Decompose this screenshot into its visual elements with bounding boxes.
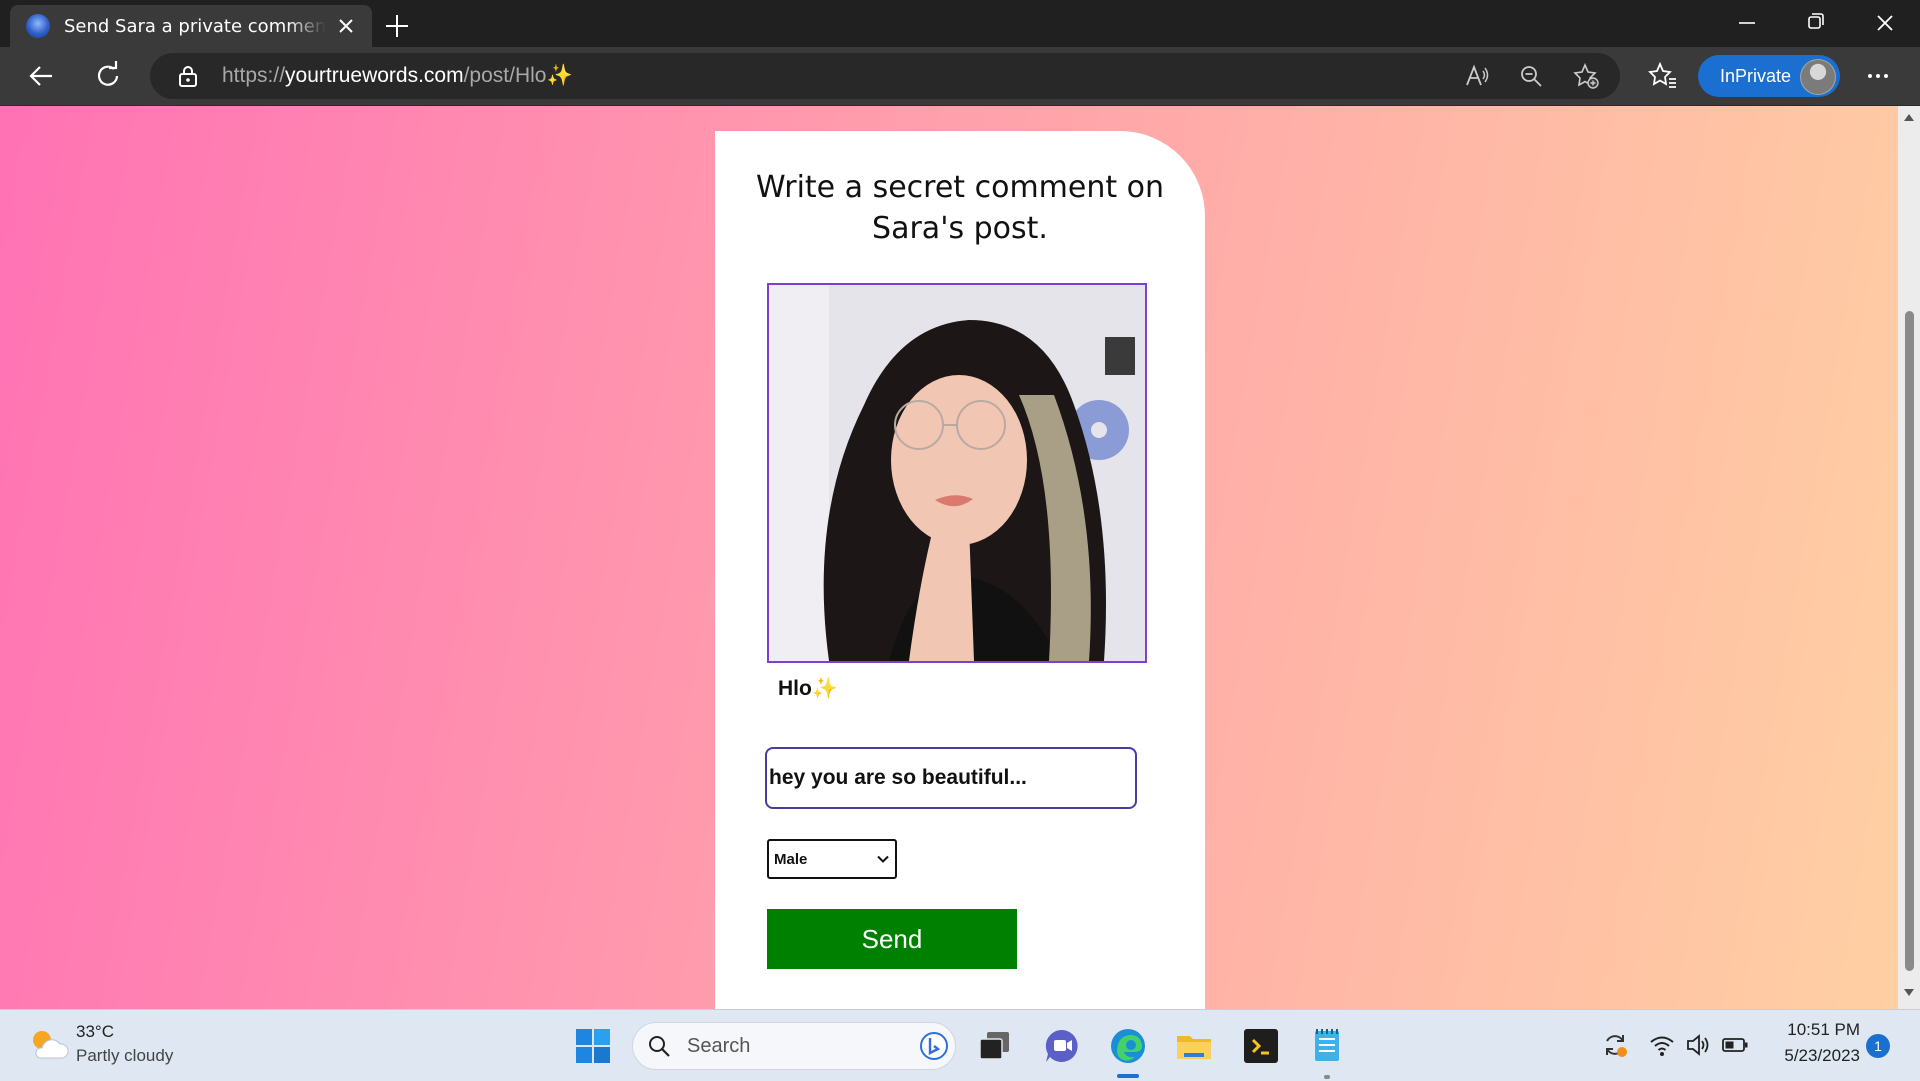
minimize-icon[interactable] — [1732, 6, 1762, 40]
post-photo — [767, 283, 1147, 663]
edge-active-indicator — [1117, 1074, 1139, 1078]
more-icon[interactable] — [1860, 58, 1896, 94]
address-bar[interactable]: https://yourtruewords.com/post/Hlo✨ — [150, 53, 1620, 99]
back-icon[interactable] — [24, 58, 60, 94]
tab-close-icon[interactable] — [336, 16, 356, 36]
new-tab-icon[interactable] — [381, 10, 413, 42]
wifi-icon[interactable] — [1648, 1031, 1676, 1059]
page-scrollbar[interactable] — [1898, 106, 1920, 1009]
battery-icon[interactable] — [1721, 1031, 1749, 1059]
terminal-app-icon[interactable] — [1241, 1026, 1281, 1066]
url-host: yourtruewords.com — [285, 64, 464, 87]
page-viewport: Write a secret comment on Sara's post. H… — [0, 106, 1898, 1009]
comment-card: Write a secret comment on Sara's post. H… — [715, 131, 1205, 1009]
send-button[interactable]: Send — [767, 909, 1017, 969]
browser-tab-active[interactable]: Send Sara a private comment on your post — [10, 5, 372, 47]
weather-temperature: 33°C — [76, 1022, 114, 1041]
search-icon — [649, 1036, 670, 1057]
notepad-icon[interactable] — [1307, 1026, 1347, 1066]
lock-icon[interactable] — [176, 64, 200, 88]
zoom-out-icon[interactable] — [1518, 63, 1544, 89]
scroll-down-icon[interactable] — [1903, 988, 1915, 998]
url-scheme: https:// — [222, 64, 286, 87]
taskbar-search[interactable]: Search — [632, 1022, 956, 1070]
url-text[interactable]: https://yourtruewords.com/post/Hlo✨ — [222, 53, 573, 99]
volume-icon[interactable] — [1684, 1031, 1712, 1059]
notification-badge[interactable]: 1 — [1866, 1034, 1890, 1058]
gender-select-value: Male — [774, 850, 808, 868]
teams-chat-icon[interactable] — [1042, 1026, 1082, 1066]
weather-description: Partly cloudy — [76, 1046, 174, 1065]
post-caption: Hlo✨ — [778, 677, 838, 700]
window-close-icon[interactable] — [1868, 6, 1902, 40]
search-label: Search — [687, 1035, 751, 1057]
refresh-icon[interactable] — [90, 58, 126, 94]
scroll-up-icon[interactable] — [1903, 112, 1915, 122]
page-title: Write a secret comment on Sara's post. — [755, 170, 1165, 246]
browser-toolbar: https://yourtruewords.com/post/Hlo✨ InPr… — [0, 47, 1920, 106]
read-aloud-icon[interactable] — [1464, 63, 1490, 89]
favorites-icon[interactable] — [1645, 58, 1681, 94]
inprivate-label: InPrivate — [1720, 65, 1792, 86]
add-favorite-icon[interactable] — [1572, 62, 1600, 90]
inprivate-button[interactable]: InPrivate — [1698, 55, 1840, 97]
profile-avatar — [1800, 59, 1836, 95]
bing-icon[interactable] — [919, 1031, 949, 1061]
url-path: /post/Hlo✨ — [463, 64, 573, 87]
sync-icon[interactable] — [1601, 1031, 1629, 1059]
clock-date[interactable]: 5/23/2023 — [1760, 1046, 1860, 1066]
chevron-down-icon — [877, 855, 889, 863]
clock-time[interactable]: 10:51 PM — [1770, 1020, 1860, 1040]
taskbar: 33°C Partly cloudy Search 10:51 PM 5/23/… — [0, 1009, 1920, 1081]
maximize-icon[interactable] — [1800, 6, 1830, 40]
gender-select[interactable]: Male — [767, 839, 897, 879]
file-explorer-icon[interactable] — [1174, 1026, 1214, 1066]
edge-icon[interactable] — [1108, 1026, 1148, 1066]
tab-title: Send Sara a private comment on your post — [64, 15, 326, 37]
windows-start-icon[interactable] — [573, 1026, 613, 1066]
tab-strip: Send Sara a private comment on your post — [0, 0, 1920, 47]
comment-input[interactable] — [765, 747, 1137, 809]
post-photo-illustration — [769, 285, 1145, 661]
notepad-running-indicator — [1324, 1075, 1330, 1079]
scrollbar-thumb[interactable] — [1905, 311, 1914, 971]
weather-icon[interactable] — [26, 1024, 70, 1064]
edge-favicon-icon — [26, 14, 50, 38]
task-view-icon[interactable] — [975, 1026, 1015, 1066]
